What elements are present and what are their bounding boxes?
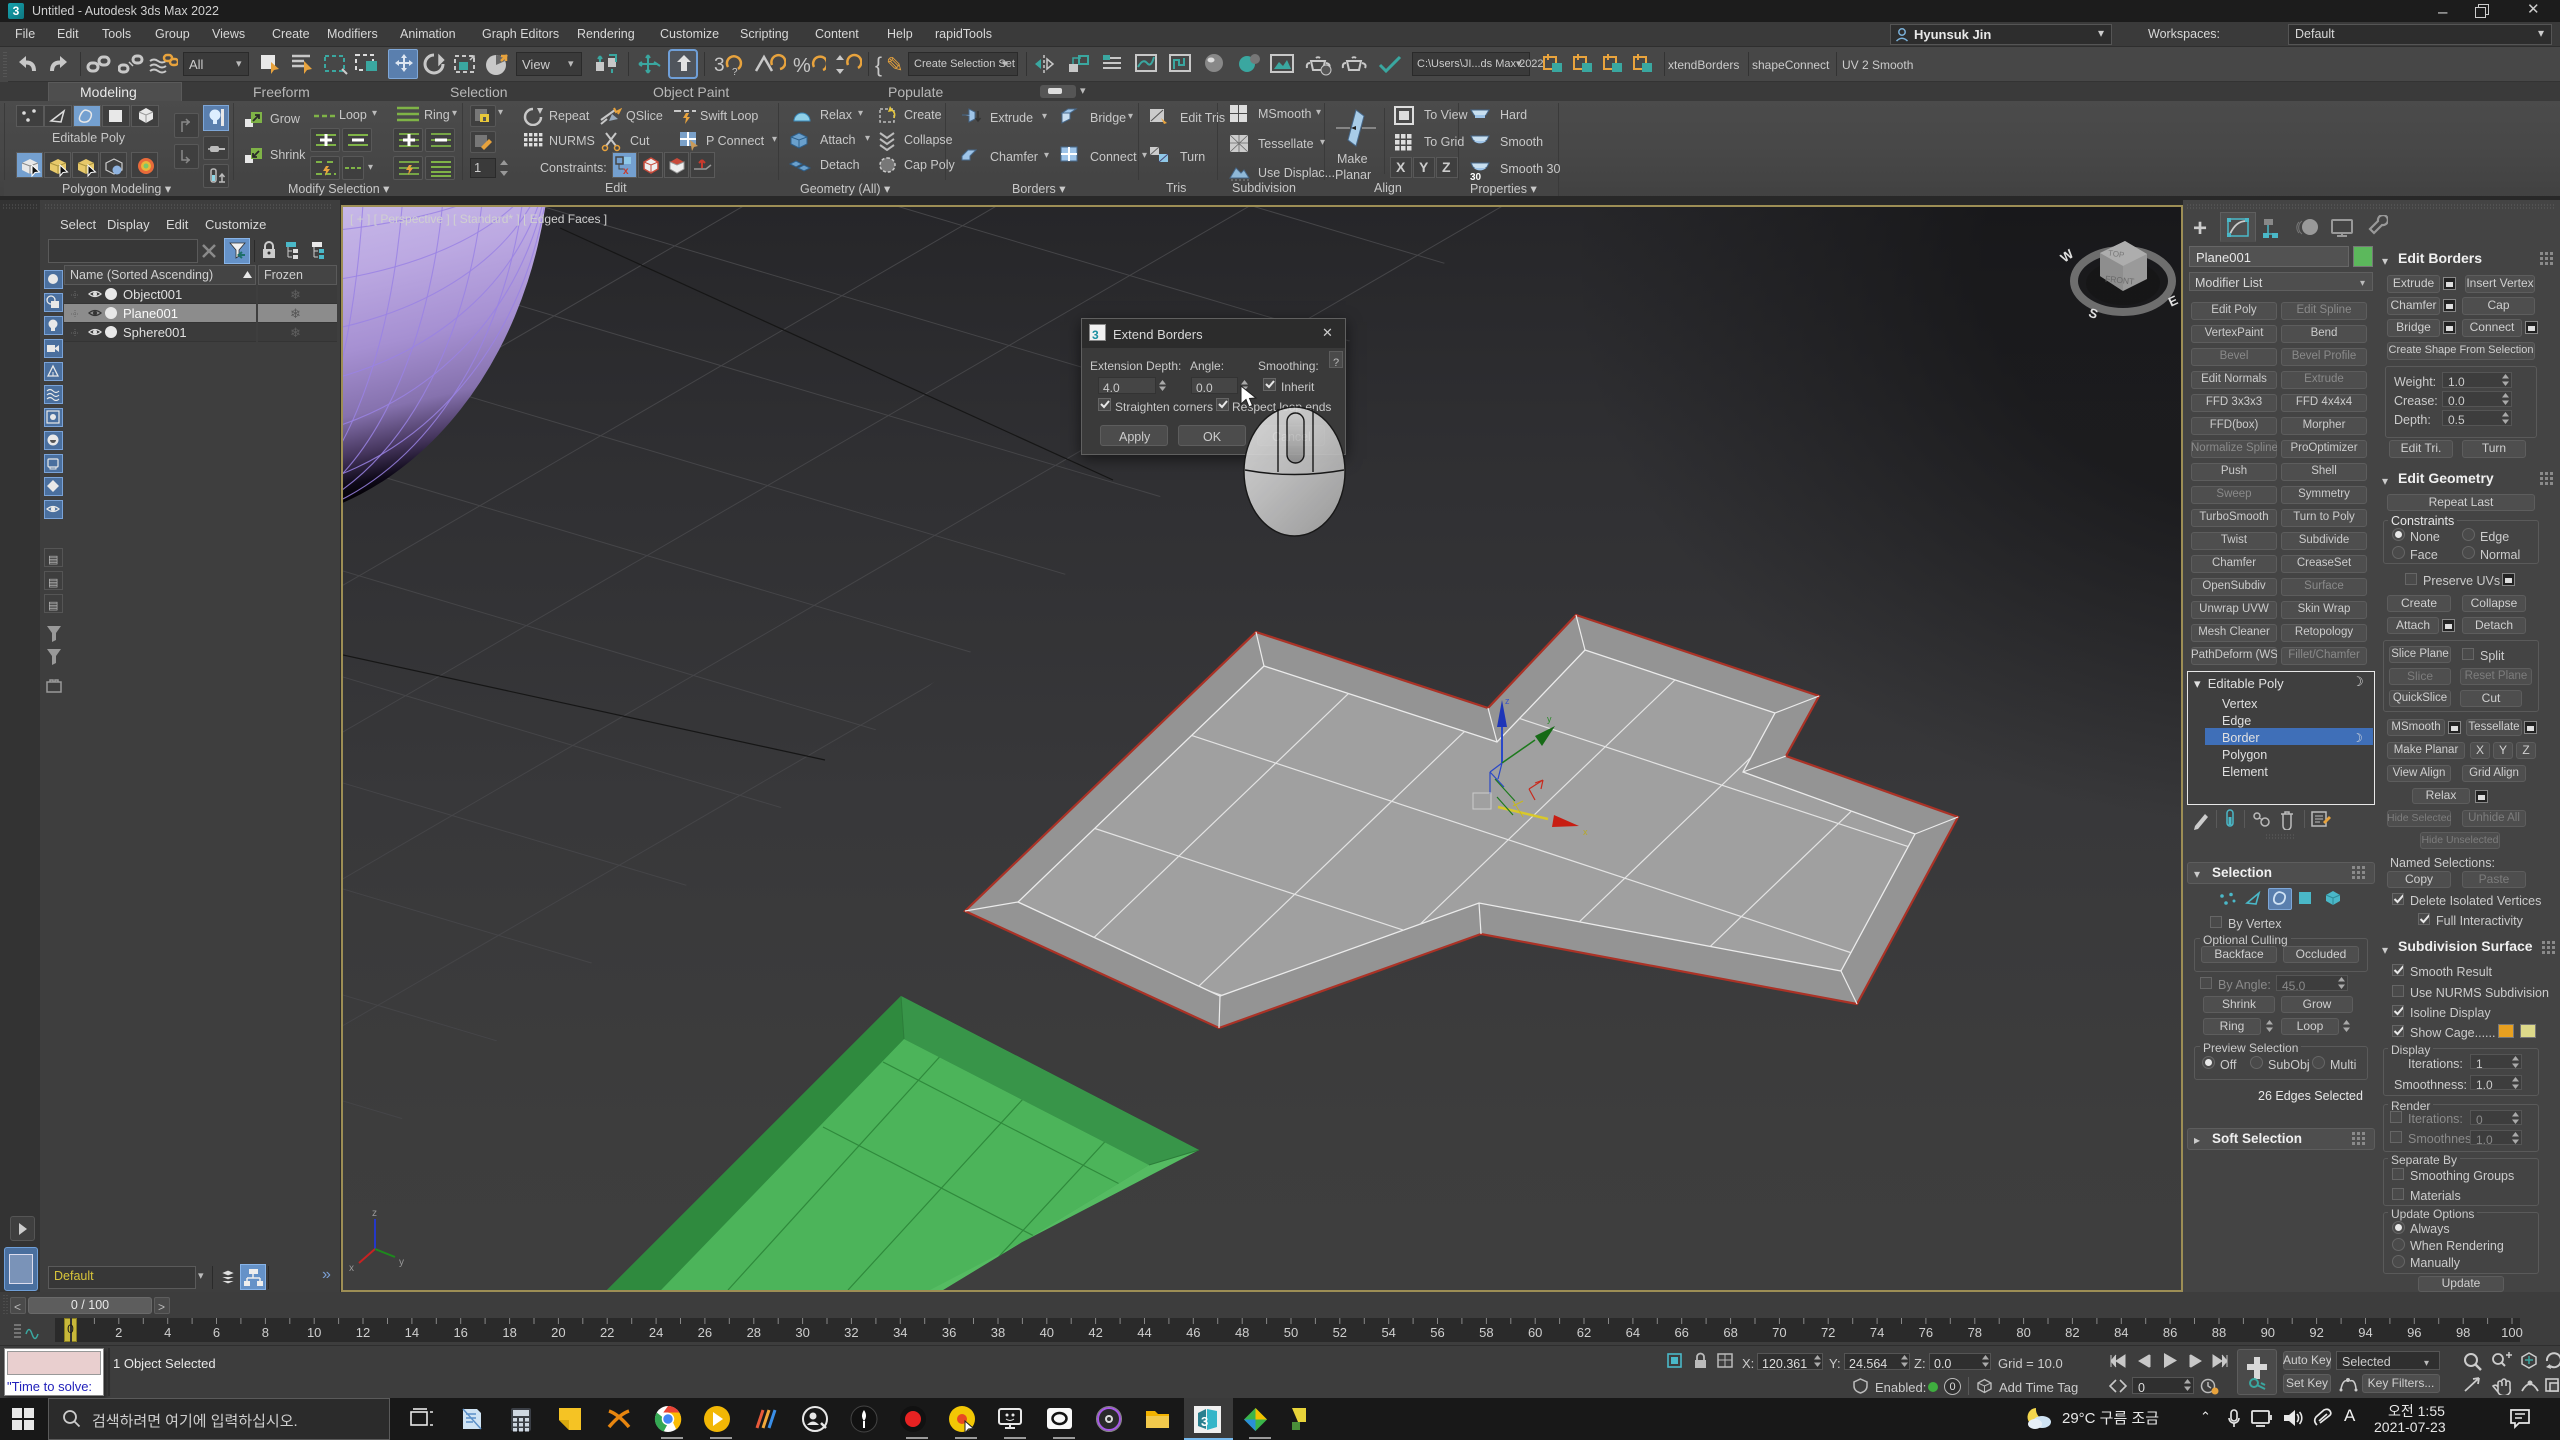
svg-text:14: 14 xyxy=(405,1325,419,1340)
svg-text:32: 32 xyxy=(844,1325,858,1340)
svg-text:x: x xyxy=(623,166,629,175)
svg-text:82: 82 xyxy=(2065,1325,2079,1340)
svg-text:34: 34 xyxy=(893,1325,907,1340)
svg-text:42: 42 xyxy=(1088,1325,1102,1340)
svg-text:z: z xyxy=(1505,696,1510,706)
svg-text:62: 62 xyxy=(1577,1325,1591,1340)
svg-text:24: 24 xyxy=(649,1325,663,1340)
svg-text:66: 66 xyxy=(1674,1325,1688,1340)
svg-text:46: 46 xyxy=(1186,1325,1200,1340)
svg-text:?: ? xyxy=(732,67,738,78)
svg-text:6: 6 xyxy=(213,1325,220,1340)
svg-text:30: 30 xyxy=(1470,172,1482,182)
svg-text:96: 96 xyxy=(2407,1325,2421,1340)
svg-text:30: 30 xyxy=(795,1325,809,1340)
svg-text:%: % xyxy=(793,55,811,77)
svg-text:x: x xyxy=(1583,827,1588,837)
svg-text:76: 76 xyxy=(1919,1325,1933,1340)
svg-text:100: 100 xyxy=(2501,1325,2523,1340)
svg-text:28: 28 xyxy=(747,1325,761,1340)
svg-text:90: 90 xyxy=(2261,1325,2275,1340)
svg-text:12: 12 xyxy=(356,1325,370,1340)
svg-text:80: 80 xyxy=(2016,1325,2030,1340)
svg-text:48: 48 xyxy=(1235,1325,1249,1340)
svg-text:{: { xyxy=(875,54,882,77)
svg-text:3: 3 xyxy=(1201,1414,1208,1429)
svg-text:70: 70 xyxy=(1772,1325,1786,1340)
svg-text:40: 40 xyxy=(1040,1325,1054,1340)
svg-text:x: x xyxy=(349,1263,354,1274)
svg-text:52: 52 xyxy=(1333,1325,1347,1340)
svg-text:64: 64 xyxy=(1626,1325,1640,1340)
svg-text:56: 56 xyxy=(1430,1325,1444,1340)
svg-text:26: 26 xyxy=(698,1325,712,1340)
svg-text:y: y xyxy=(1547,714,1552,724)
svg-text:68: 68 xyxy=(1723,1325,1737,1340)
svg-text:y: y xyxy=(399,1257,404,1268)
svg-text:58: 58 xyxy=(1479,1325,1493,1340)
svg-text:38: 38 xyxy=(991,1325,1005,1340)
svg-text:50: 50 xyxy=(1284,1325,1298,1340)
svg-text:22: 22 xyxy=(600,1325,614,1340)
svg-text:54: 54 xyxy=(1381,1325,1395,1340)
svg-text:3: 3 xyxy=(714,55,725,76)
svg-text:8: 8 xyxy=(262,1325,269,1340)
svg-text:74: 74 xyxy=(1870,1325,1884,1340)
svg-text:36: 36 xyxy=(942,1325,956,1340)
svg-text:98: 98 xyxy=(2456,1325,2470,1340)
svg-text:16: 16 xyxy=(453,1325,467,1340)
svg-text:94: 94 xyxy=(2358,1325,2372,1340)
svg-text:60: 60 xyxy=(1528,1325,1542,1340)
svg-text:4: 4 xyxy=(164,1325,171,1340)
svg-text:2: 2 xyxy=(115,1325,122,1340)
svg-text:20: 20 xyxy=(551,1325,565,1340)
svg-text:z: z xyxy=(372,1208,377,1219)
svg-text:72: 72 xyxy=(1821,1325,1835,1340)
svg-text:✎: ✎ xyxy=(886,54,904,77)
svg-text:88: 88 xyxy=(2212,1325,2226,1340)
svg-text:44: 44 xyxy=(1137,1325,1151,1340)
svg-text:86: 86 xyxy=(2163,1325,2177,1340)
svg-text:18: 18 xyxy=(502,1325,516,1340)
svg-text:78: 78 xyxy=(1968,1325,1982,1340)
svg-text:84: 84 xyxy=(2114,1325,2128,1340)
svg-text:10: 10 xyxy=(307,1325,321,1340)
svg-text:92: 92 xyxy=(2309,1325,2323,1340)
